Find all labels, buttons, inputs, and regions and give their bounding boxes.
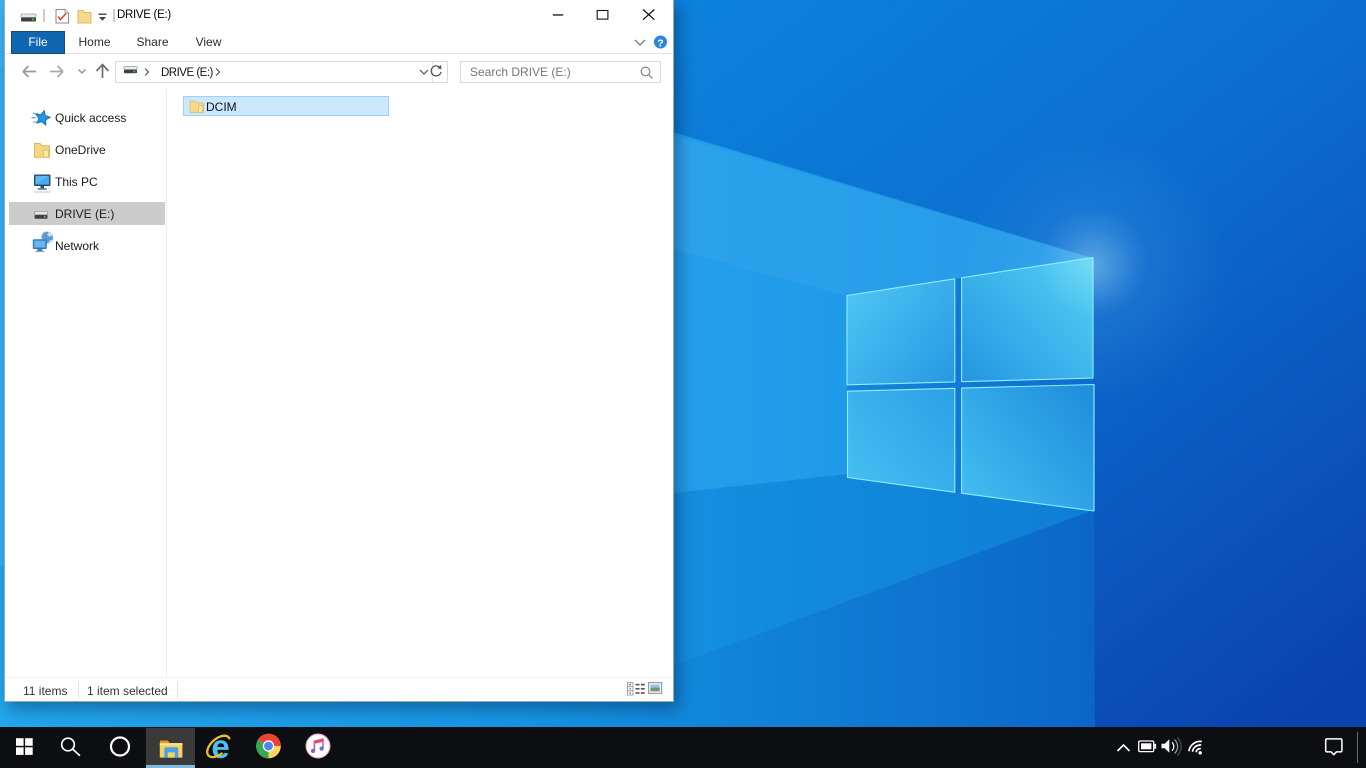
svg-text:e: e xyxy=(211,728,229,765)
svg-text:?: ? xyxy=(657,38,663,50)
svg-text:DRIVE (E:): DRIVE (E:) xyxy=(161,67,214,79)
